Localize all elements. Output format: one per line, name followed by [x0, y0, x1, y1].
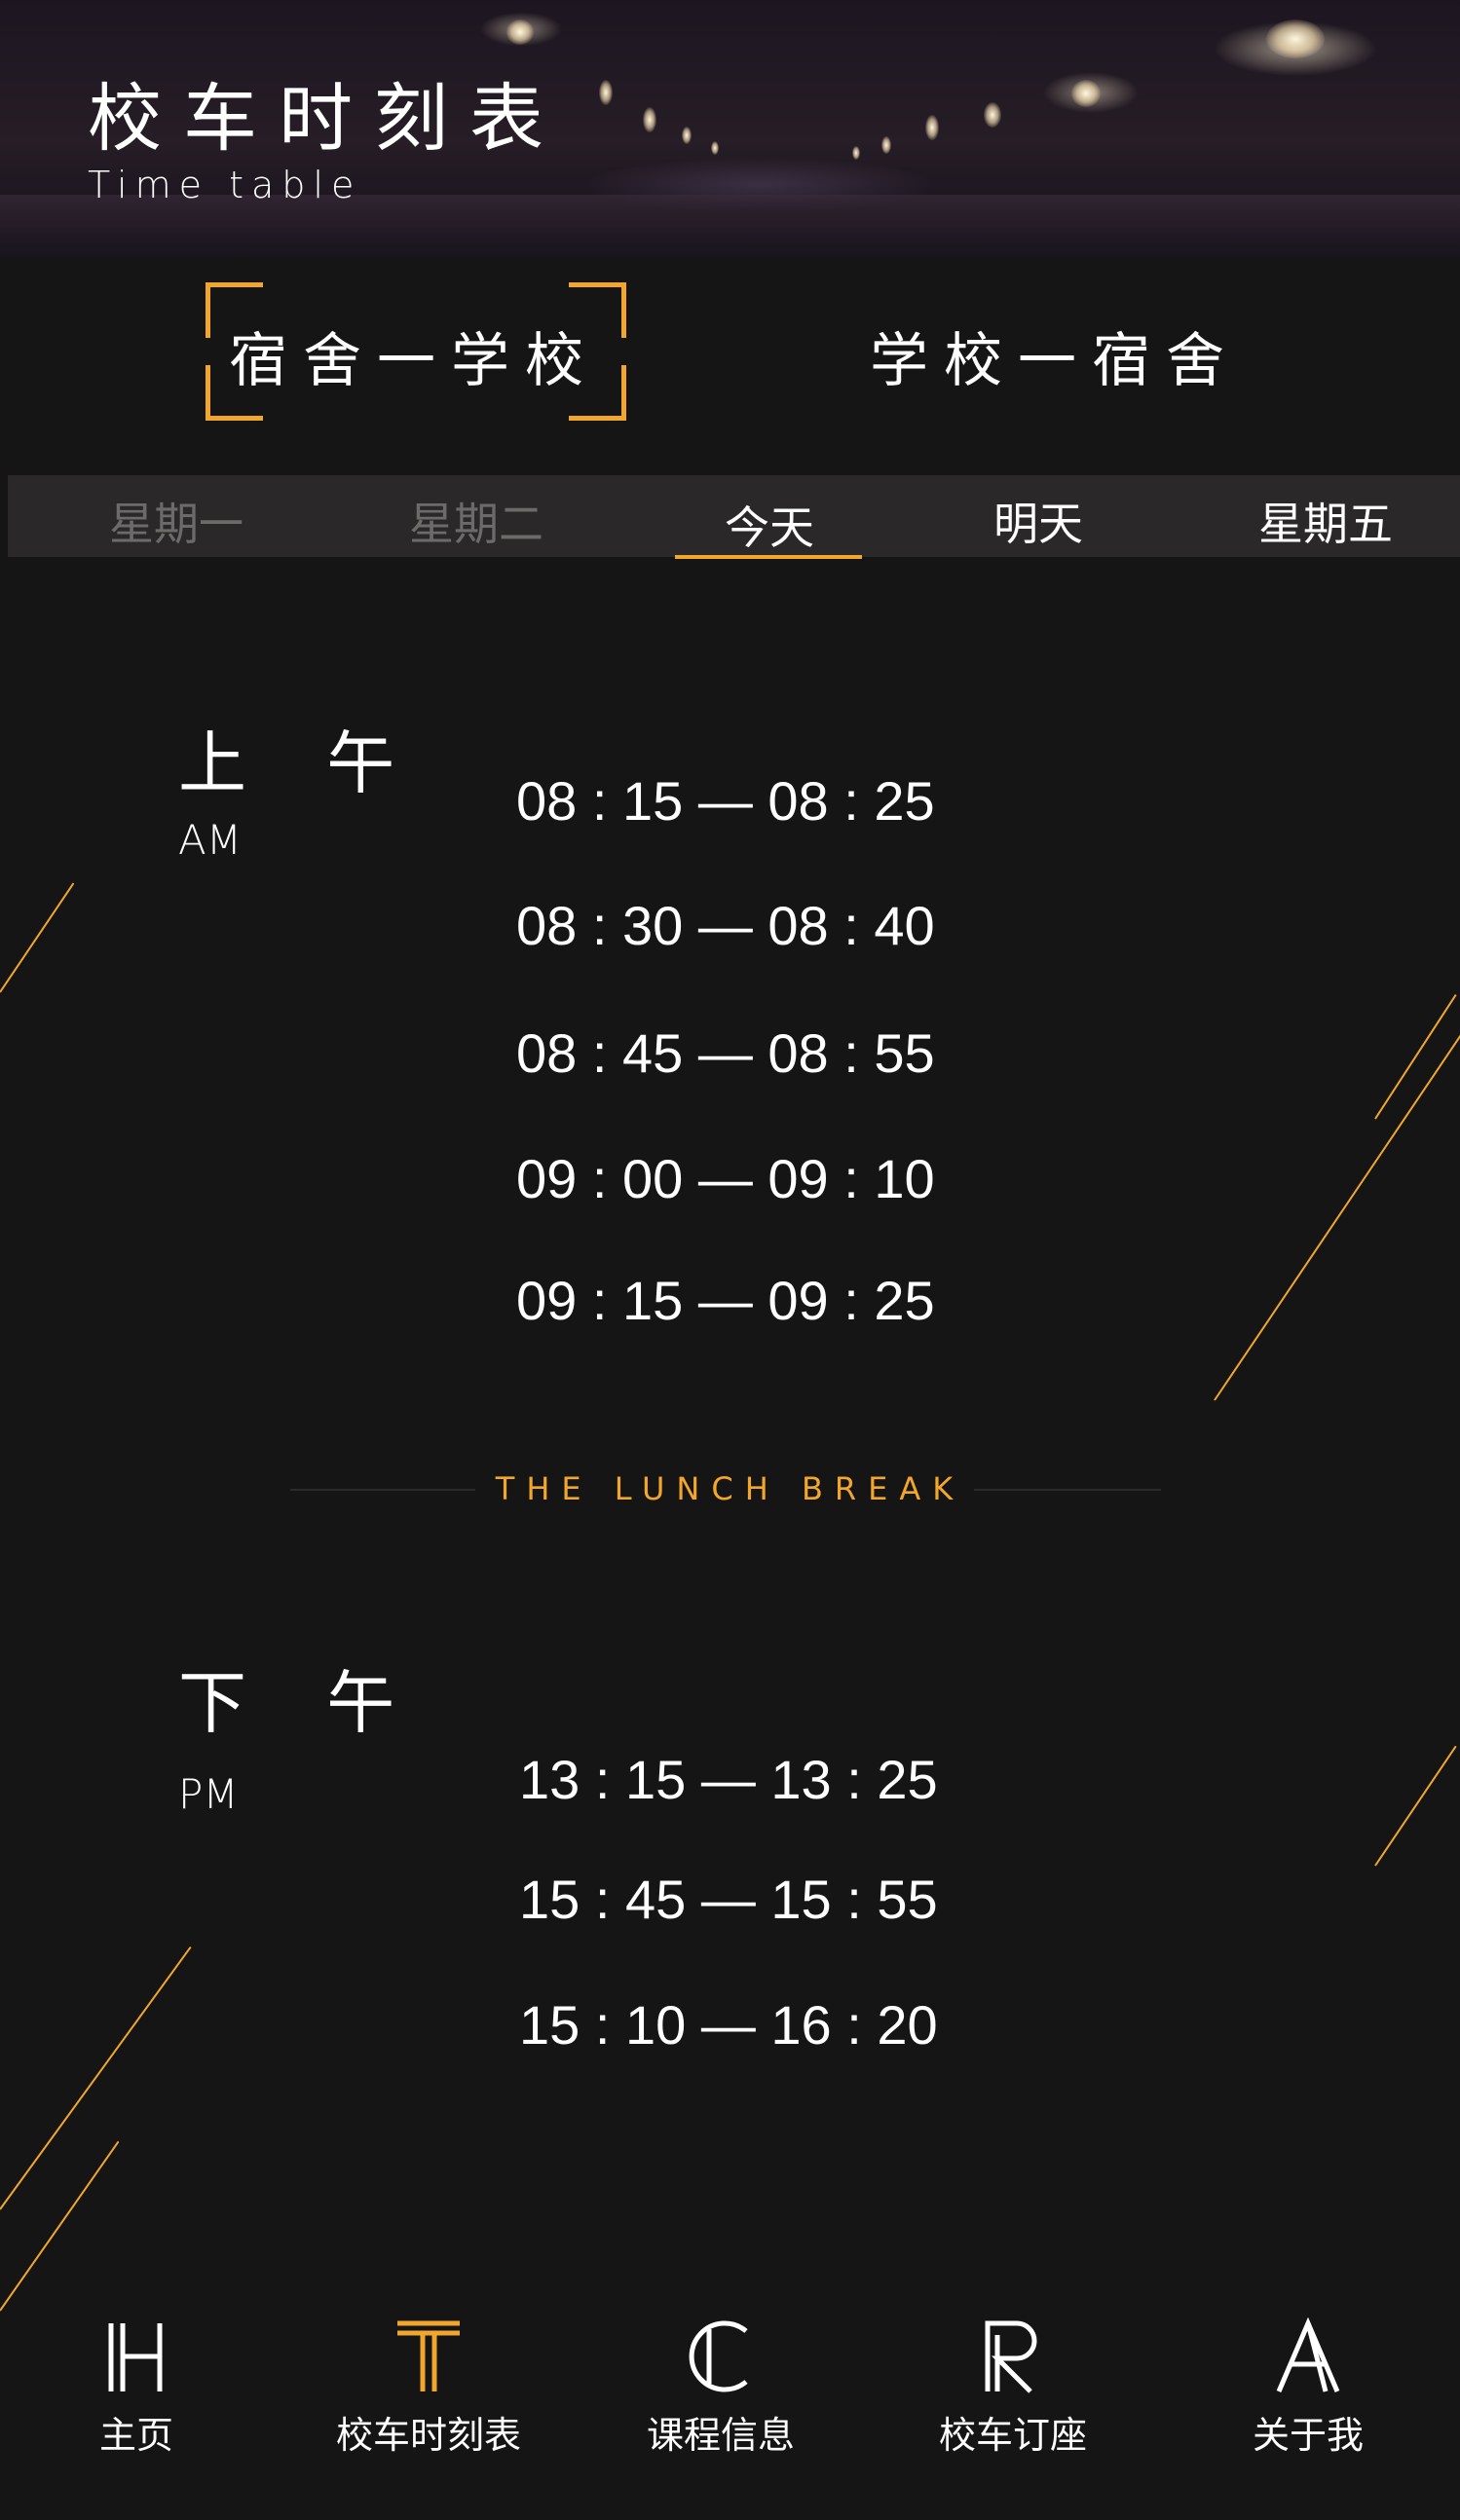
route-dorm-to-school[interactable]: 宿舍一学校	[229, 314, 599, 398]
tab-about-me[interactable]: 关于我	[1162, 2317, 1454, 2459]
tunnel-light	[881, 136, 891, 154]
afternoon-label-en: PM	[178, 1770, 239, 1818]
tab-timetable[interactable]: 校车时刻表	[282, 2317, 575, 2459]
morning-label: 上 午	[178, 723, 425, 803]
day-tab-monday[interactable]: 星期一	[69, 489, 283, 553]
tunnel-light	[599, 80, 613, 105]
decorative-line	[1214, 1026, 1460, 1401]
divider-line	[974, 1489, 1161, 1491]
tab-label: 课程信息	[646, 2414, 795, 2457]
tab-label: 校车时刻表	[335, 2414, 521, 2457]
c-letter-icon	[689, 2320, 748, 2392]
tab-label: 关于我	[1252, 2414, 1364, 2457]
bottom-tab-bar: 主页 校车时刻表 课程信息 校车订座 关于我	[0, 2317, 1460, 2520]
h-letter-icon	[108, 2323, 163, 2391]
page-title: 校车时刻表	[88, 75, 565, 162]
decorative-line	[0, 882, 75, 993]
departure-time: 09 : 00 — 09 : 10	[516, 1148, 935, 1209]
route-selector: 宿舍一学校 学校一宿舍	[0, 282, 1460, 428]
day-tab-tuesday[interactable]: 星期二	[369, 489, 583, 553]
day-tab-friday[interactable]: 星期五	[1218, 489, 1433, 553]
tunnel-light	[643, 107, 656, 132]
day-tab-tomorrow[interactable]: 明天	[931, 489, 1145, 553]
afternoon-label: 下 午	[178, 1663, 425, 1743]
header-banner: 校车时刻表 Time table	[0, 0, 1460, 258]
tab-home[interactable]: 主页	[0, 2317, 282, 2459]
departure-time: 09 : 15 — 09 : 25	[516, 1270, 935, 1331]
r-letter-icon	[985, 2320, 1037, 2393]
departure-time: 15 : 10 — 16 : 20	[519, 1994, 938, 2056]
tunnel-light	[852, 146, 860, 160]
tunnel-light	[506, 19, 534, 45]
day-tab-today[interactable]: 今天	[662, 493, 877, 557]
a-letter-icon	[1276, 2317, 1340, 2392]
decorative-line	[0, 2140, 120, 2312]
lunch-break-label: THE LUNCH BREAK	[495, 1470, 965, 1507]
tab-label: 主页	[98, 2414, 173, 2457]
departure-time: 08 : 45 — 08 : 55	[516, 1022, 935, 1084]
tunnel-light	[1266, 19, 1325, 58]
tab-label: 校车订座	[938, 2414, 1087, 2457]
active-day-indicator	[675, 555, 862, 559]
departure-time: 08 : 15 — 08 : 25	[516, 770, 935, 832]
departure-time: 08 : 30 — 08 : 40	[516, 895, 935, 956]
tab-courses[interactable]: 课程信息	[575, 2317, 867, 2459]
morning-label-en: AM	[178, 816, 242, 864]
tunnel-light	[984, 102, 1001, 128]
t-letter-icon	[397, 2320, 460, 2391]
departure-time: 13 : 15 — 13 : 25	[519, 1749, 938, 1810]
tab-booking[interactable]: 校车订座	[867, 2317, 1159, 2459]
tunnel-light	[1071, 80, 1101, 107]
decorative-line	[1374, 1745, 1457, 1867]
tunnel-light	[711, 141, 719, 155]
route-school-to-dorm[interactable]: 学校一宿舍	[870, 314, 1240, 398]
tunnel-light	[682, 127, 692, 144]
day-selector: 星期一 星期二 今天 明天 星期五	[8, 475, 1460, 557]
page-subtitle: Time table	[88, 164, 362, 206]
departure-time: 15 : 45 — 15 : 55	[519, 1869, 938, 1930]
tunnel-light	[925, 115, 939, 140]
